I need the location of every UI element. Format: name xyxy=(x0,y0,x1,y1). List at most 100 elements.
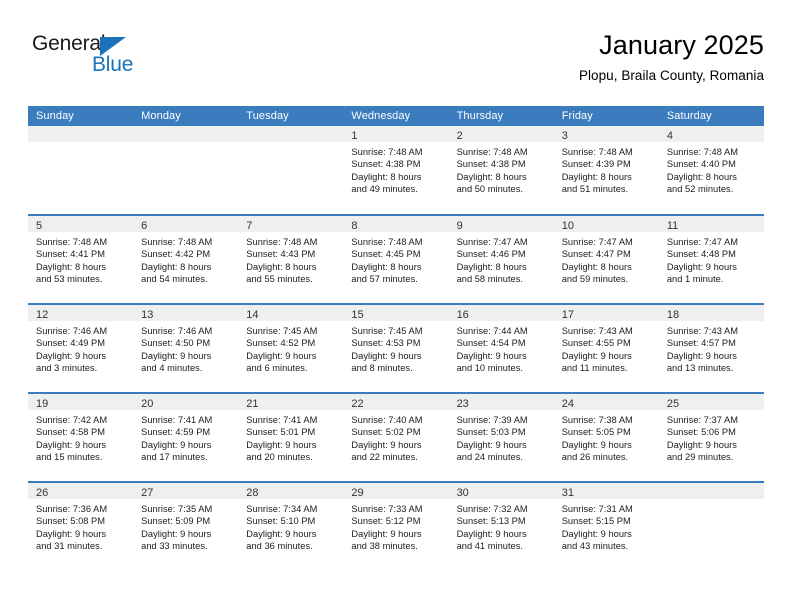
calendar-day-cell[interactable]: 30 Sunrise: 7:32 AM Sunset: 5:13 PM Dayligh… xyxy=(448,481,554,571)
calendar-table: Sunday Monday Tuesday Wednesday Thursday Frid… xyxy=(28,106,764,571)
daylight-text-line2: and 15 minutes. xyxy=(36,452,103,463)
sunrise-text: Sunrise: 7:48 AM xyxy=(141,237,213,247)
calendar-day-cell[interactable]: 9 Sunrise: 7:47 AM Sunset: 4:46 PM Daylight… xyxy=(448,214,554,304)
daylight-text-line1: Daylight: 9 hours xyxy=(246,439,317,450)
calendar-day-cell[interactable]: 3 Sunrise: 7:48 AM Sunset: 4:39 PM Daylight… xyxy=(553,126,659,215)
calendar-day-cell[interactable]: 24 Sunrise: 7:38 AM Sunset: 5:05 PM Dayligh… xyxy=(553,392,659,482)
calendar-day-cell[interactable]: 14 Sunrise: 7:45 AM Sunset: 4:52 PM Dayligh… xyxy=(238,303,344,393)
day-details: Sunrise: 7:32 AM Sunset: 5:13 PM Daylight:… xyxy=(449,499,554,553)
calendar-day-cell[interactable]: 2 Sunrise: 7:48 AM Sunset: 4:38 PM Daylight… xyxy=(448,126,554,215)
calendar-day-cell[interactable]: 11 Sunrise: 7:47 AM Sunset: 4:48 PM Dayligh… xyxy=(658,214,764,304)
weekday-header-saturday: Saturday xyxy=(658,106,764,126)
daylight-text-line1: Daylight: 8 hours xyxy=(351,261,422,272)
weekday-header-sunday: Sunday xyxy=(28,106,134,126)
day-number-strip: 28 xyxy=(238,483,344,499)
calendar-day-cell[interactable]: 12 Sunrise: 7:46 AM Sunset: 4:49 PM Dayligh… xyxy=(28,303,134,393)
day-number: 4 xyxy=(666,130,673,142)
sunset-text: Sunset: 5:06 PM xyxy=(666,427,736,438)
calendar-day-cell[interactable]: 1 Sunrise: 7:48 AM Sunset: 4:38 PM Daylight… xyxy=(343,126,449,215)
day-number: 7 xyxy=(246,220,253,232)
calendar-day-cell[interactable]: 28 Sunrise: 7:34 AM Sunset: 5:10 PM Dayligh… xyxy=(238,481,344,571)
calendar-day-cell[interactable]: 5 Sunrise: 7:48 AM Sunset: 4:41 PM Daylight… xyxy=(28,214,134,304)
calendar-day-cell[interactable]: 18 Sunrise: 7:43 AM Sunset: 4:57 PM Dayligh… xyxy=(658,303,764,393)
day-details: Sunrise: 7:45 AM Sunset: 4:53 PM Daylight:… xyxy=(343,321,448,375)
sunset-text: Sunset: 4:49 PM xyxy=(36,338,106,349)
calendar-day-cell[interactable]: 17 Sunrise: 7:43 AM Sunset: 4:55 PM Dayligh… xyxy=(553,303,659,393)
daylight-text-line1: Daylight: 9 hours xyxy=(456,350,527,361)
day-details: Sunrise: 7:33 AM Sunset: 5:12 PM Daylight:… xyxy=(343,499,448,553)
daylight-text-line1: Daylight: 8 hours xyxy=(456,261,527,272)
calendar-day-cell[interactable]: 20 Sunrise: 7:41 AM Sunset: 4:59 PM Dayligh… xyxy=(133,392,239,482)
calendar-day-cell[interactable]: 6 Sunrise: 7:48 AM Sunset: 4:42 PM Daylight… xyxy=(133,214,239,304)
daylight-text-line1: Daylight: 9 hours xyxy=(36,528,107,539)
sunset-text: Sunset: 5:08 PM xyxy=(36,516,106,527)
calendar-day-cell[interactable]: 19 Sunrise: 7:42 AM Sunset: 4:58 PM Dayligh… xyxy=(28,392,134,482)
sunrise-text: Sunrise: 7:42 AM xyxy=(36,415,108,425)
daylight-text-line2: and 33 minutes. xyxy=(141,541,208,552)
day-details: Sunrise: 7:44 AM Sunset: 4:54 PM Daylight:… xyxy=(449,321,554,375)
day-details: Sunrise: 7:40 AM Sunset: 5:02 PM Daylight:… xyxy=(343,410,448,464)
daylight-text-line1: Daylight: 8 hours xyxy=(561,171,632,182)
day-number: 3 xyxy=(561,130,568,142)
weekday-header-thursday: Thursday xyxy=(448,106,554,126)
page-header: General Blue January 2025 Plopu, Braila … xyxy=(28,28,764,98)
sunrise-text: Sunrise: 7:48 AM xyxy=(36,237,108,247)
calendar-grid: Sunday Monday Tuesday Wednesday Thursday Frid… xyxy=(28,106,764,571)
day-details: Sunrise: 7:41 AM Sunset: 4:59 PM Daylight:… xyxy=(133,410,238,464)
day-number: 12 xyxy=(36,309,49,321)
day-number-strip: 25 xyxy=(658,394,764,410)
calendar-day-cell[interactable]: 21 Sunrise: 7:41 AM Sunset: 5:01 PM Dayligh… xyxy=(238,392,344,482)
day-details: Sunrise: 7:48 AM Sunset: 4:42 PM Daylight:… xyxy=(133,232,238,286)
calendar-day-cell[interactable]: 16 Sunrise: 7:44 AM Sunset: 4:54 PM Dayligh… xyxy=(448,303,554,393)
daylight-text-line1: Daylight: 9 hours xyxy=(351,350,422,361)
calendar-day-cell[interactable]: 31 Sunrise: 7:31 AM Sunset: 5:15 PM Dayligh… xyxy=(553,481,659,571)
day-number: 2 xyxy=(456,130,463,142)
daylight-text-line2: and 17 minutes. xyxy=(141,452,208,463)
calendar-header-row: Sunday Monday Tuesday Wednesday Thursday Frid… xyxy=(28,106,764,126)
day-number: 19 xyxy=(36,398,49,410)
day-details: Sunrise: 7:48 AM Sunset: 4:38 PM Daylight:… xyxy=(449,142,554,196)
sunrise-text: Sunrise: 7:48 AM xyxy=(666,147,738,157)
calendar-week-row: 5 Sunrise: 7:48 AM Sunset: 4:41 PM Daylight… xyxy=(28,214,764,304)
sunrise-text: Sunrise: 7:37 AM xyxy=(666,415,738,425)
calendar-day-cell[interactable]: 7 Sunrise: 7:48 AM Sunset: 4:43 PM Daylight… xyxy=(238,214,344,304)
daylight-text-line2: and 13 minutes. xyxy=(666,363,734,374)
calendar-day-cell[interactable]: 25 Sunrise: 7:37 AM Sunset: 5:06 PM Dayligh… xyxy=(658,392,764,482)
calendar-day-cell[interactable]: 26 Sunrise: 7:36 AM Sunset: 5:08 PM Dayligh… xyxy=(28,481,134,571)
calendar-day-cell[interactable]: 4 Sunrise: 7:48 AM Sunset: 4:40 PM Daylight… xyxy=(658,126,764,215)
calendar-week-row: 19 Sunrise: 7:42 AM Sunset: 4:58 PM Dayligh… xyxy=(28,392,764,482)
sunrise-text: Sunrise: 7:46 AM xyxy=(141,326,213,336)
calendar-day-cell[interactable]: 27 Sunrise: 7:35 AM Sunset: 5:09 PM Dayligh… xyxy=(133,481,239,571)
day-details: Sunrise: 7:48 AM Sunset: 4:40 PM Daylight:… xyxy=(659,142,764,196)
calendar-day-cell[interactable]: 13 Sunrise: 7:46 AM Sunset: 4:50 PM Dayligh… xyxy=(133,303,239,393)
day-number: 9 xyxy=(456,220,463,232)
day-details: Sunrise: 7:48 AM Sunset: 4:39 PM Daylight:… xyxy=(554,142,659,196)
sunrise-text: Sunrise: 7:32 AM xyxy=(456,504,528,514)
sunrise-text: Sunrise: 7:41 AM xyxy=(246,415,318,425)
sunrise-text: Sunrise: 7:45 AM xyxy=(351,326,423,336)
sunset-text: Sunset: 5:12 PM xyxy=(351,516,421,527)
sunrise-text: Sunrise: 7:34 AM xyxy=(246,504,318,514)
daylight-text-line1: Daylight: 8 hours xyxy=(141,261,212,272)
calendar-day-cell[interactable]: 23 Sunrise: 7:39 AM Sunset: 5:03 PM Dayligh… xyxy=(448,392,554,482)
daylight-text-line1: Daylight: 9 hours xyxy=(666,439,737,450)
calendar-day-cell[interactable]: 22 Sunrise: 7:40 AM Sunset: 5:02 PM Dayligh… xyxy=(343,392,449,482)
day-number: 20 xyxy=(141,398,154,410)
day-number: 27 xyxy=(141,487,154,499)
calendar-day-cell[interactable]: 10 Sunrise: 7:47 AM Sunset: 4:47 PM Dayligh… xyxy=(553,214,659,304)
daylight-text-line1: Daylight: 8 hours xyxy=(36,261,107,272)
calendar-day-cell[interactable]: 29 Sunrise: 7:33 AM Sunset: 5:12 PM Dayligh… xyxy=(343,481,449,571)
day-number: 31 xyxy=(561,487,574,499)
page-title: January 2025 xyxy=(599,30,764,60)
sunrise-text: Sunrise: 7:48 AM xyxy=(351,147,423,157)
day-number-strip: 7 xyxy=(238,216,344,232)
day-number: 1 xyxy=(351,130,358,142)
calendar-day-cell[interactable]: 15 Sunrise: 7:45 AM Sunset: 4:53 PM Dayligh… xyxy=(343,303,449,393)
calendar-day-cell[interactable]: 8 Sunrise: 7:48 AM Sunset: 4:45 PM Daylight… xyxy=(343,214,449,304)
day-details: Sunrise: 7:48 AM Sunset: 4:38 PM Daylight:… xyxy=(343,142,448,196)
day-details: Sunrise: 7:48 AM Sunset: 4:45 PM Daylight:… xyxy=(343,232,448,286)
page-subtitle: Plopu, Braila County, Romania xyxy=(578,68,764,83)
daylight-text-line2: and 8 minutes. xyxy=(351,363,413,374)
sunset-text: Sunset: 5:09 PM xyxy=(141,516,211,527)
day-details: Sunrise: 7:43 AM Sunset: 4:55 PM Daylight:… xyxy=(554,321,659,375)
